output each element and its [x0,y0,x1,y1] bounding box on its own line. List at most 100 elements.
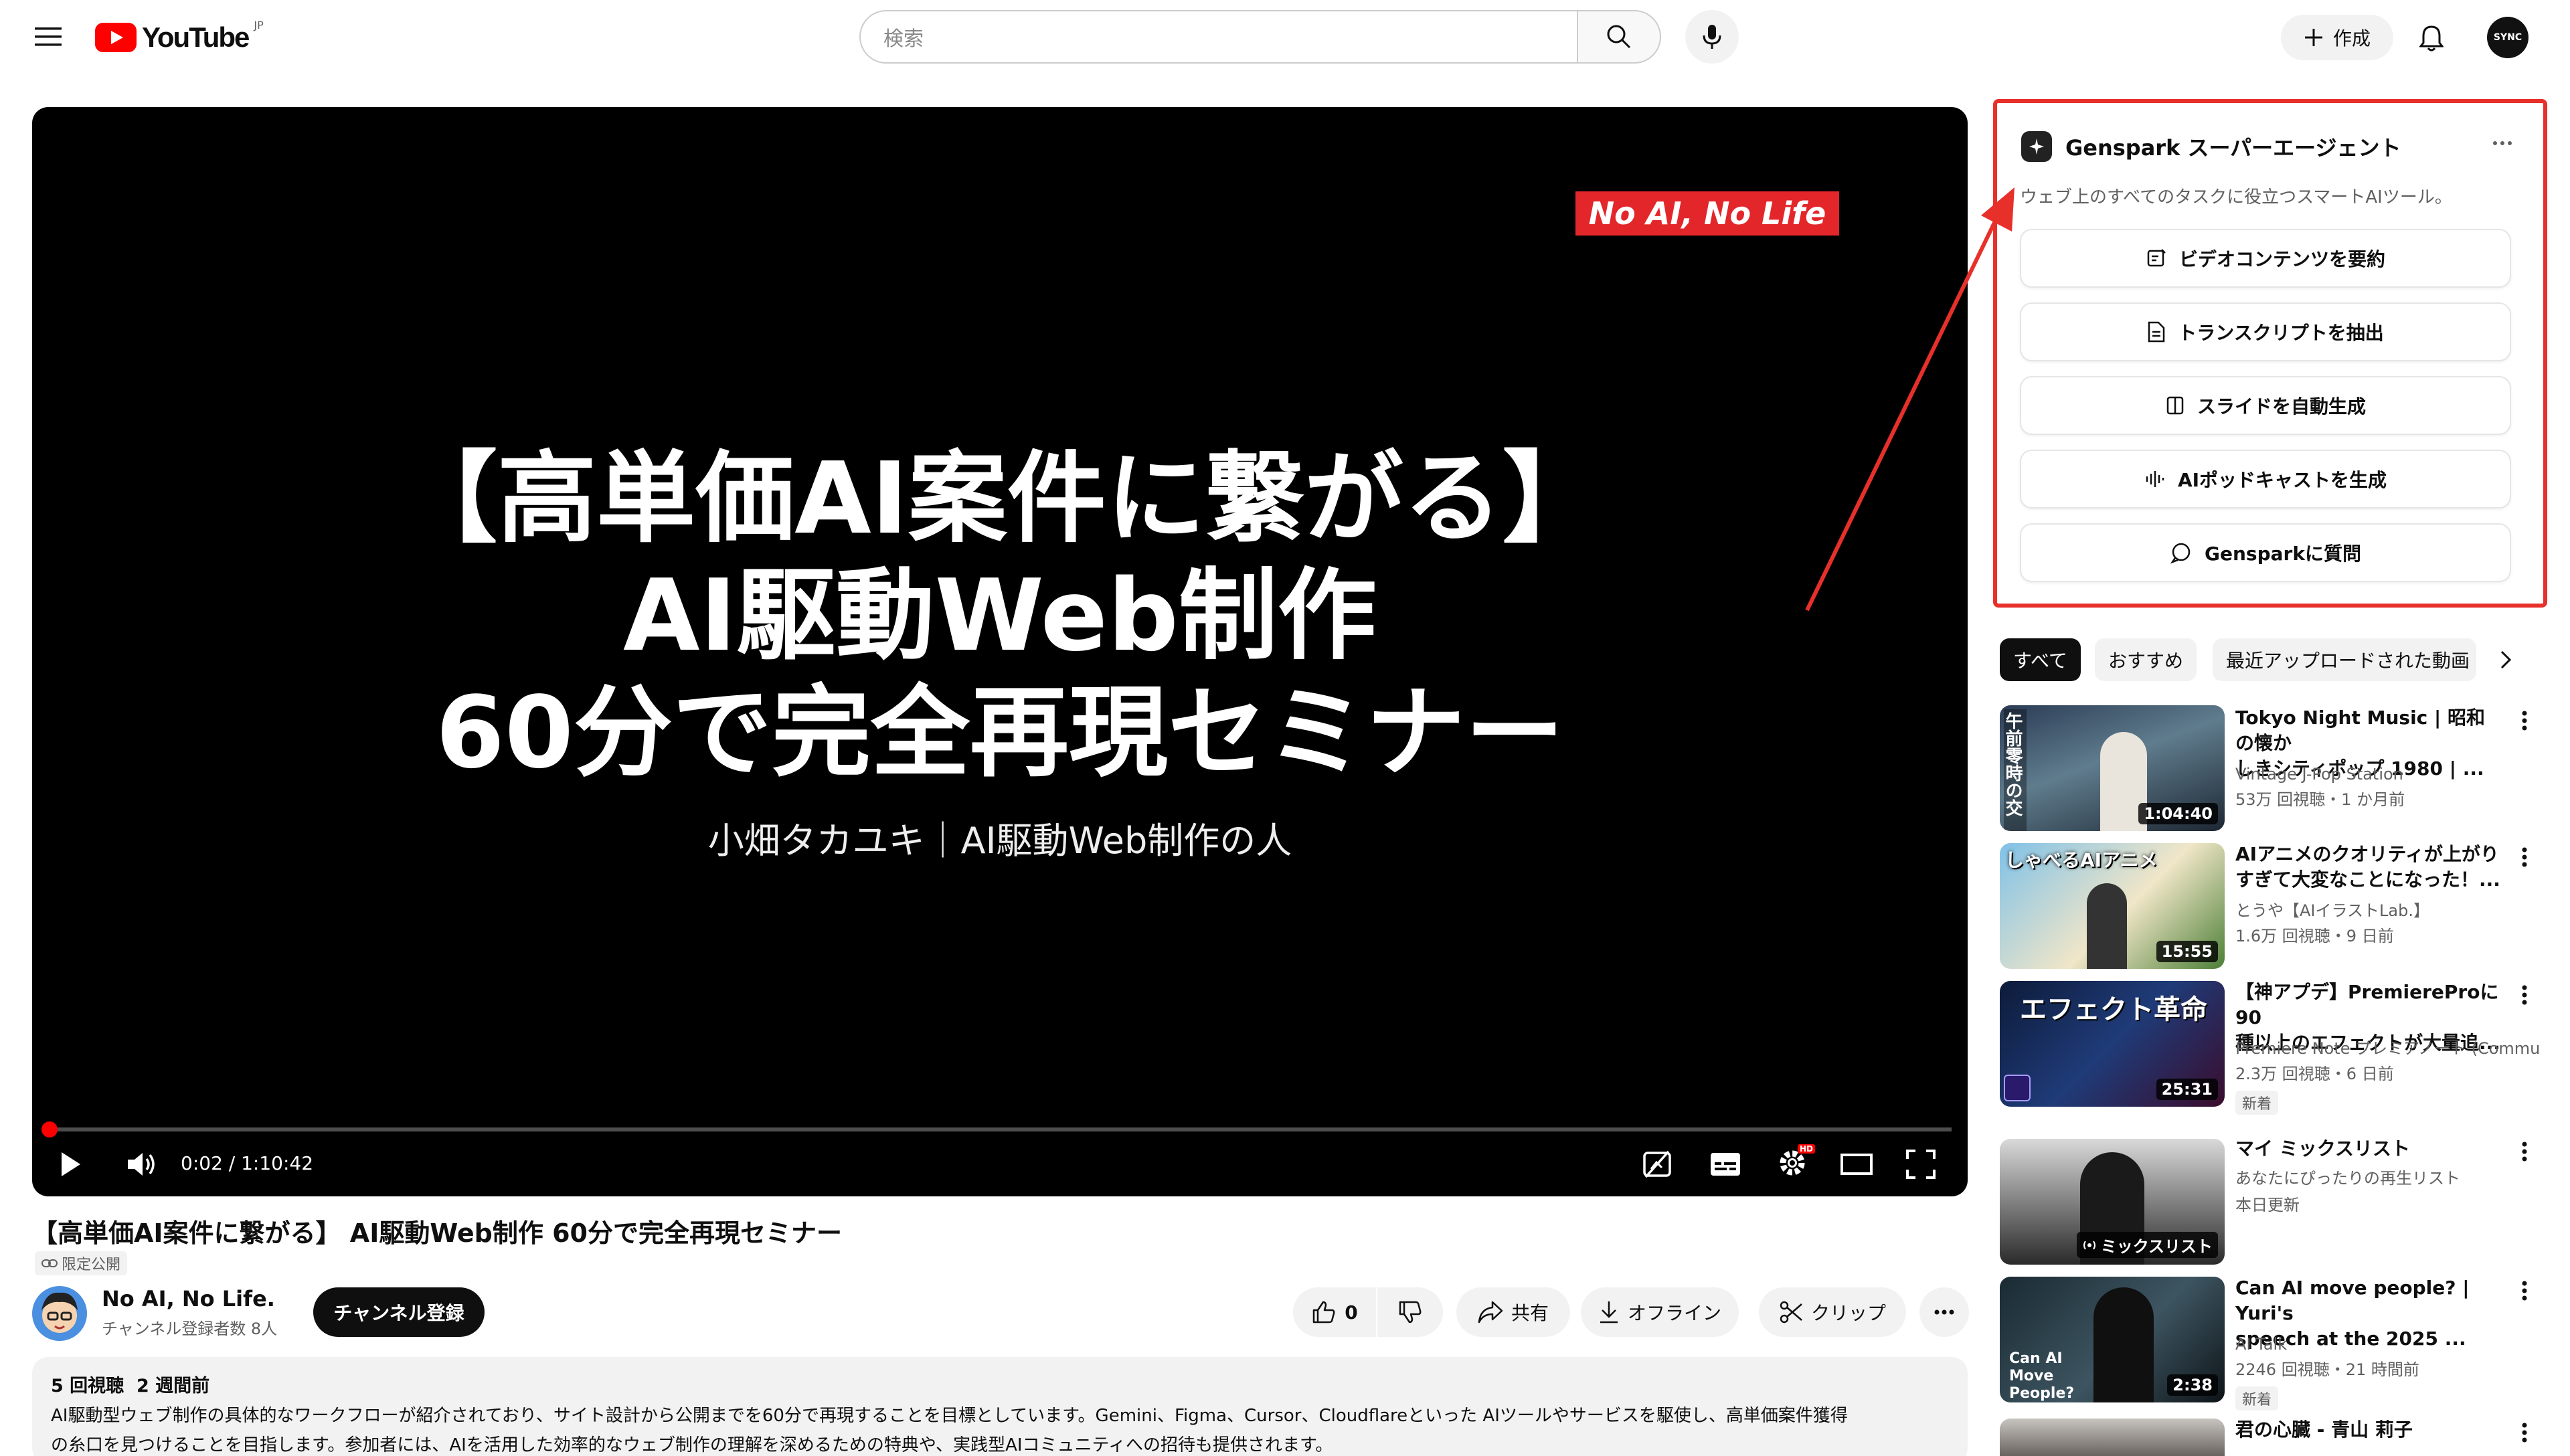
account-avatar[interactable]: SYNC [2487,17,2529,58]
generate-slides-button[interactable]: スライドを自動生成 [2020,376,2511,435]
more-vertical-icon [2522,985,2527,1005]
fullscreen-button[interactable] [1902,1146,1940,1183]
more-horizontal-icon [2493,141,2512,145]
rec-menu-button[interactable] [2522,1142,2529,1162]
create-button[interactable]: 作成 [2281,15,2393,60]
rec-thumbnail[interactable]: しゃべるAIアニメ 15:55 [2000,843,2225,969]
rec-meta: 53万 回視聴・1 か月前 [2235,790,2405,809]
new-badge: 新着 [2235,1091,2279,1115]
menu-icon[interactable] [33,23,63,50]
region-label: JP [254,19,264,31]
youtube-logo[interactable]: YouTube JP [95,19,264,54]
notifications-button[interactable] [2415,21,2448,55]
rec-thumbnail[interactable] [2000,1419,2225,1456]
like-count: 0 [1345,1301,1358,1324]
genspark-menu-button[interactable] [2492,141,2515,150]
search-icon [1607,25,1631,49]
more-horizontal-icon [1934,1309,1954,1315]
rec-duration: 1:04:40 [2138,803,2218,824]
sparkle-slash-icon [1643,1150,1671,1178]
description-line2: の糸口を見つけることを目指します。参加者には、AIを活用した効率的なウェブ制作の… [51,1435,1333,1455]
clip-button[interactable]: クリップ [1759,1287,1906,1337]
rec-meta: 1.6万 回視聴・9 日前 [2235,927,2394,945]
extract-transcript-button[interactable]: トランスクリプトを抽出 [2020,302,2511,361]
rec-thumb-caption: Can AI Move People? [2009,1350,2075,1402]
subscribe-button[interactable]: チャンネル登録 [313,1287,485,1337]
visibility-badge: 限定公開 [35,1251,128,1275]
annotation-arrow [1805,187,2015,612]
rec-channel[interactable]: Premiere Note プレミアノート (Commun... [2235,1036,2539,1061]
genspark-logo-icon [2021,131,2052,162]
rec-channel[interactable]: とうや【AIイラストLab.】 [2235,898,2429,923]
clip-label: クリップ [1810,1302,1886,1324]
rec-menu-button[interactable] [2522,1281,2529,1301]
summarize-video-button[interactable]: ビデオコンテンツを要約 [2020,229,2511,288]
chip-recently-uploaded[interactable]: 最近アップロードされた動画 [2213,638,2476,681]
subtitles-button[interactable] [1707,1146,1744,1183]
dislike-button[interactable] [1377,1287,1443,1337]
play-icon [62,1152,80,1176]
video-title-line3: 60分で完全再現セミナー [436,675,1564,790]
rec-title-line1: 【神アプデ】PremiereProに90 [2235,981,2499,1028]
hd-badge: HD [1797,1144,1815,1154]
share-button[interactable]: 共有 [1456,1287,1570,1337]
rec-channel[interactable]: AI Talk [2235,1332,2287,1357]
search-button[interactable] [1577,10,1661,64]
rec-channel[interactable]: あなたにぴったりの再生リスト [2235,1166,2460,1191]
like-button[interactable]: 0 [1293,1287,1376,1337]
transcript-label: トランスクリプトを抽出 [2178,322,2384,344]
rec-menu-button[interactable] [2522,1423,2529,1443]
voice-search-button[interactable] [1685,10,1739,64]
chip-recommended[interactable]: おすすめ [2095,638,2197,681]
rec-title[interactable]: 君の心臓 - 青山 莉子 [2235,1417,2503,1443]
genspark-subtitle: ウェブ上のすべてのタスクに役立つスマートAIツール。 [2020,187,2452,207]
more-vertical-icon [2522,847,2527,867]
chip-all[interactable]: すべて [2000,638,2081,681]
rec-thumbnail[interactable]: エフェクト革命 25:31 [2000,981,2225,1107]
rec-thumb-caption: エフェクト革命 [2020,994,2207,1025]
rec-menu-button[interactable] [2522,711,2529,731]
volume-button[interactable] [123,1146,161,1183]
rec-title-line1: Tokyo Night Music | 昭和の懐か [2235,707,2485,754]
search-input[interactable]: 検索 [859,10,1579,64]
rec-thumb-caption: しゃべるAIアニメ [2005,849,2158,871]
channel-avatar[interactable] [32,1286,87,1341]
rec-mix-text: ミックスリスト [2100,1237,2213,1256]
slides-label: スライドを自動生成 [2197,395,2366,418]
subtitles-icon [1711,1153,1740,1176]
channel-name[interactable]: No AI, No Life. [102,1286,275,1311]
description-line1: AI駆動型ウェブ制作の具体的なワークフローが紹介されており、サイト設計から公開ま… [51,1406,1848,1426]
rec-menu-button[interactable] [2522,985,2529,1005]
play-button[interactable] [59,1146,83,1183]
generate-podcast-button[interactable]: AIポッドキャストを生成 [2020,450,2511,509]
thumbs-up-icon [1313,1301,1335,1324]
theater-icon [1840,1154,1873,1175]
view-count: 5 回視聴 [51,1376,124,1396]
rec-thumbnail[interactable]: Can AI Move People? 2:38 [2000,1277,2225,1402]
more-vertical-icon [2522,1423,2527,1443]
more-actions-button[interactable] [1919,1287,1969,1337]
progress-bar[interactable] [48,1127,1952,1131]
rec-title[interactable]: マイ ミックスリスト [2235,1136,2503,1162]
theater-mode-button[interactable] [1838,1146,1875,1183]
rec-thumb-badge [2004,1075,2031,1101]
subscriber-count: チャンネル登録者数 8人 [102,1320,278,1338]
description-box[interactable]: 5 回視聴 2 週間前 AI駆動型ウェブ制作の具体的なワークフローが紹介されてお… [32,1357,1968,1456]
rec-thumbnail[interactable]: ミックスリスト [2000,1139,2225,1265]
progress-scrubber[interactable] [41,1121,58,1138]
genspark-player-button[interactable] [1638,1146,1676,1183]
offline-button[interactable]: オフライン [1581,1287,1739,1337]
slides-icon [2166,396,2184,415]
podcast-label: AIポッドキャストを生成 [2177,469,2387,491]
settings-button[interactable]: HD [1772,1143,1815,1183]
thumbs-down-icon [1399,1301,1422,1324]
scissors-icon [1780,1301,1802,1324]
rec-channel[interactable]: Vintage J-Pop Station [2235,761,2403,787]
rec-menu-button[interactable] [2522,847,2529,867]
summary-icon [2147,249,2166,267]
ask-genspark-button[interactable]: Gensparkに質問 [2020,523,2511,582]
rec-title[interactable]: AIアニメのクオリティが上がり すぎて大変なことになった！... [2235,842,2503,893]
rec-title-line2: すぎて大変なことになった！... [2235,869,2500,891]
chips-next-button[interactable] [2494,648,2520,674]
rec-thumbnail[interactable]: 午前零時の交差点 1:04:40 [2000,705,2225,831]
